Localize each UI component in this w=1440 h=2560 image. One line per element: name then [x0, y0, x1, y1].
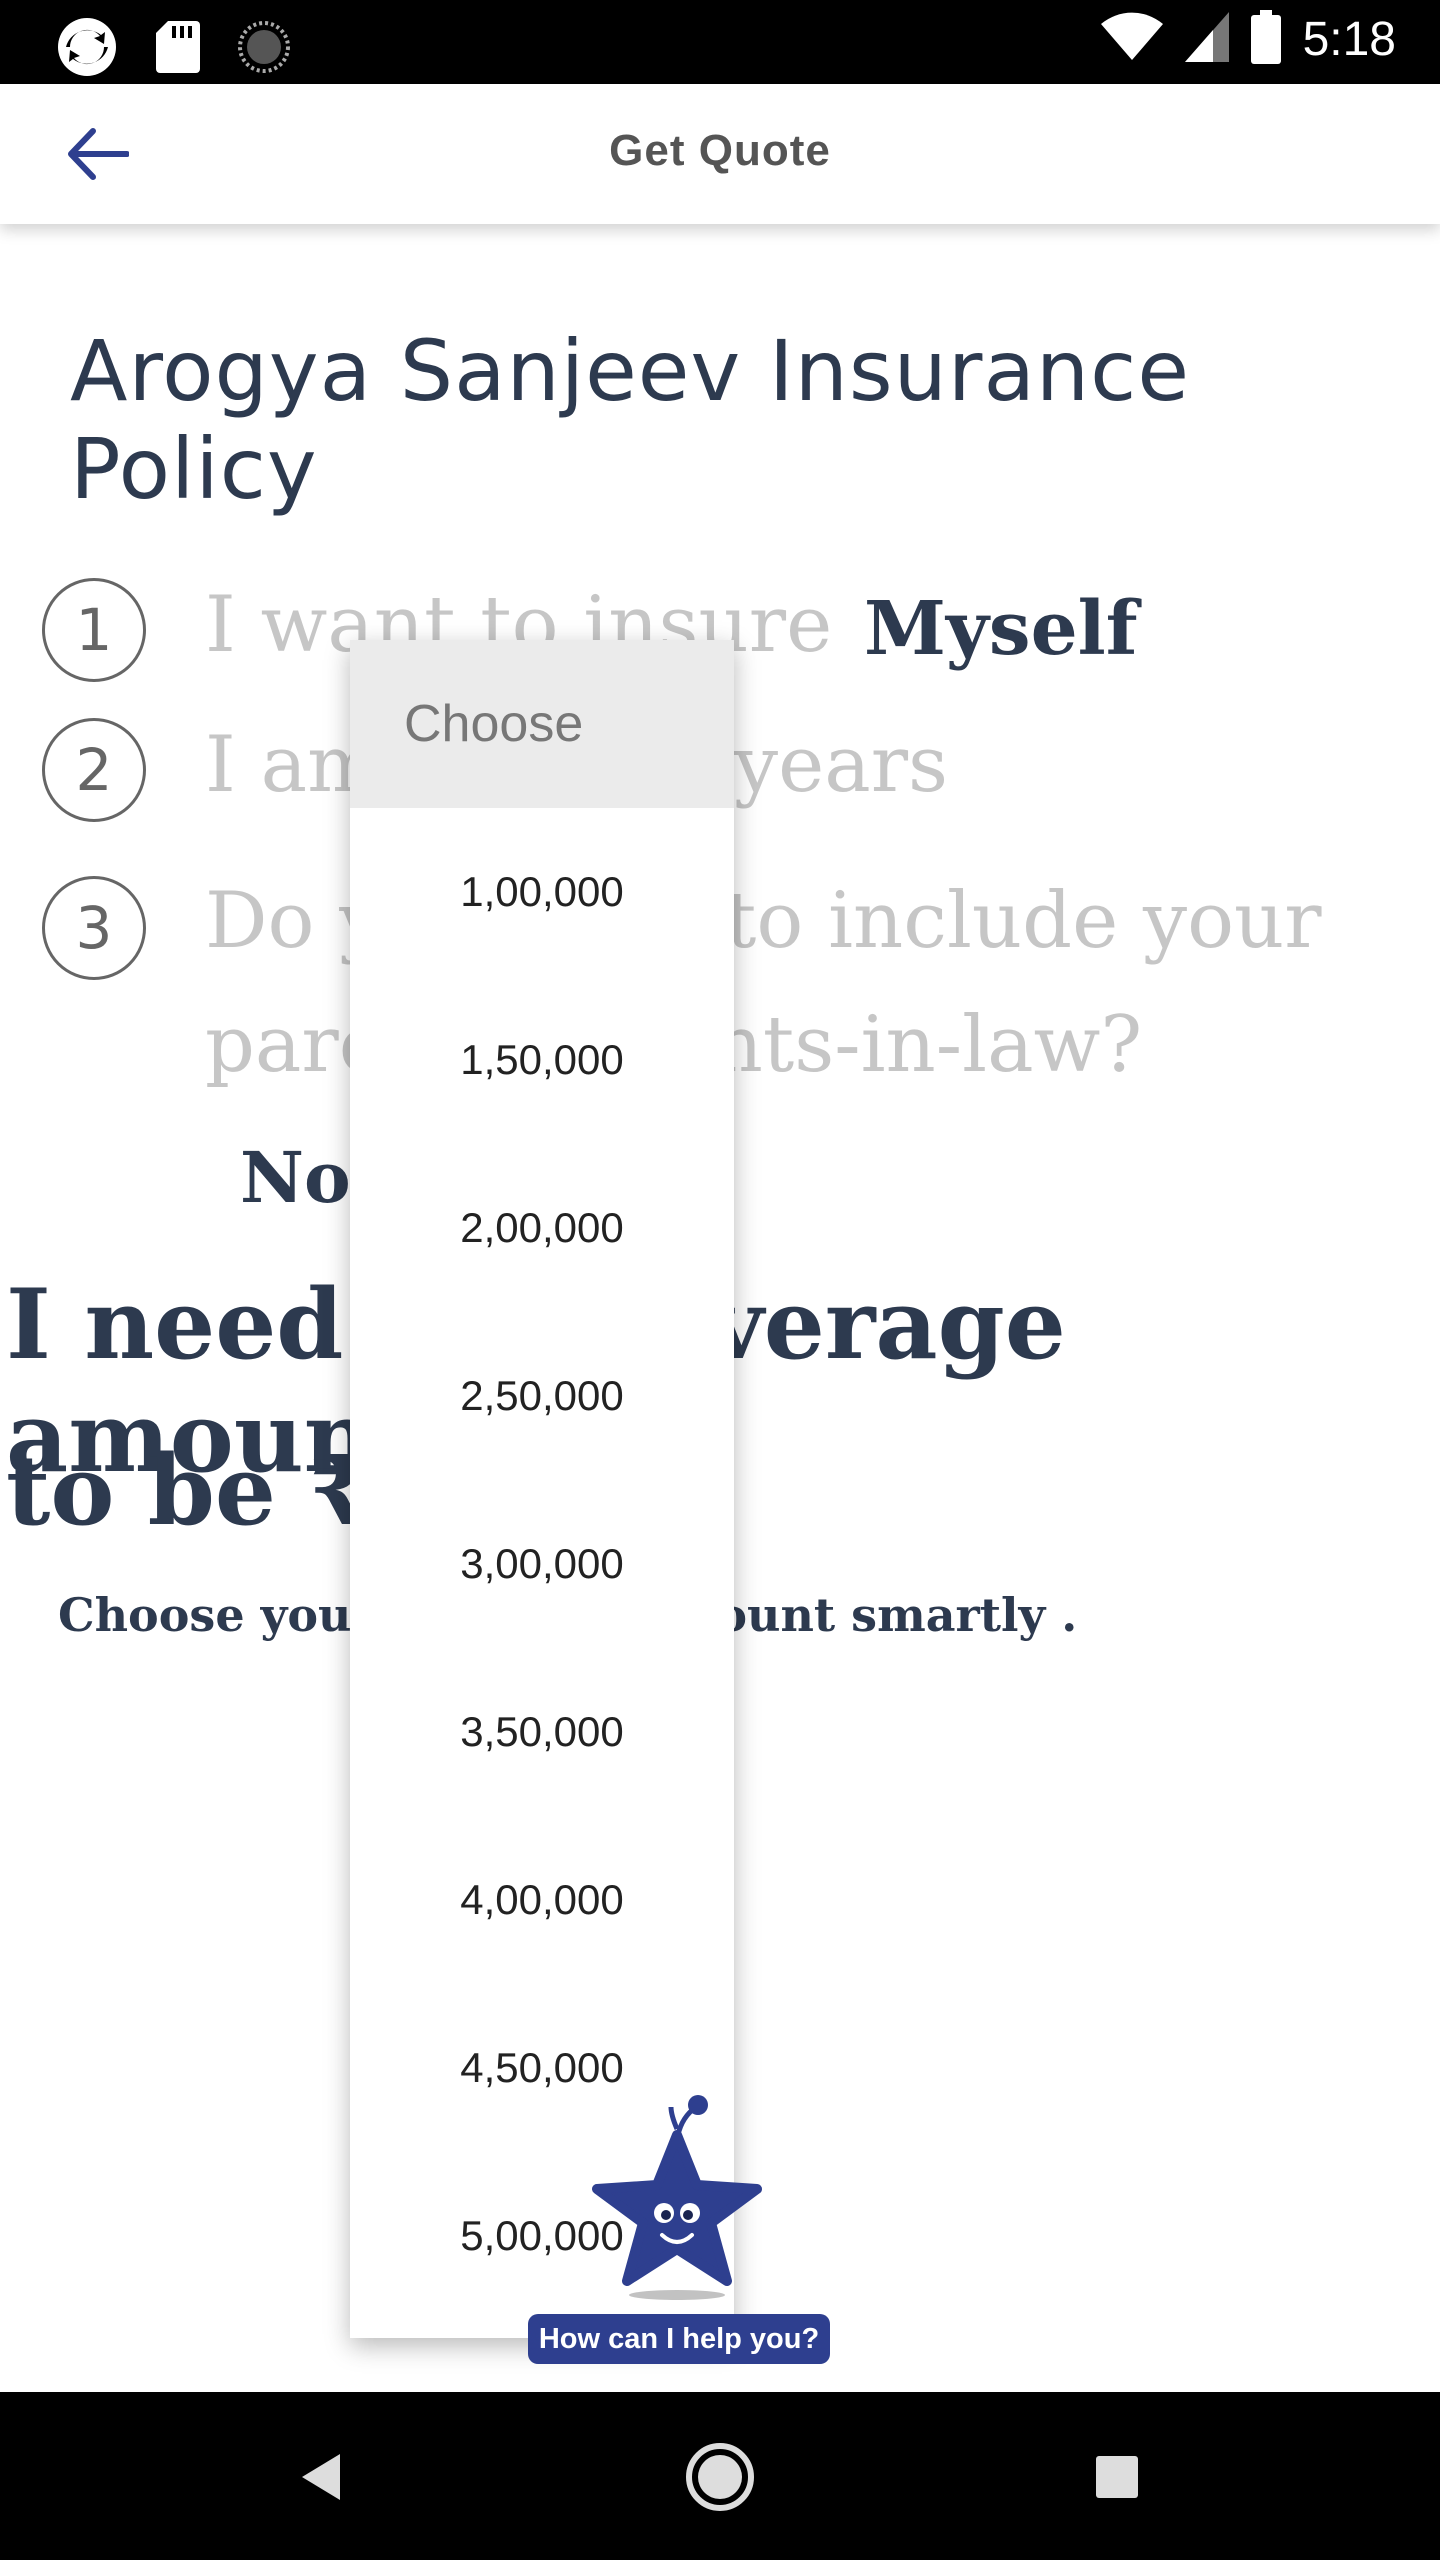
page-title: Get Quote: [609, 126, 831, 175]
dropdown-option[interactable]: 4,00,000: [350, 1816, 734, 1984]
battery-icon: [1250, 10, 1281, 69]
system-nav-bar: [0, 2392, 1440, 2560]
status-right-icons: 5:18: [1100, 10, 1396, 69]
step-3-number: 3: [42, 876, 146, 980]
coverage-dropdown: Choose 1,00,000 1,50,000 2,00,000 2,50,0…: [350, 640, 734, 2338]
step-2-text-end: years: [734, 720, 949, 810]
dropdown-option[interactable]: 2,50,000: [350, 1312, 734, 1480]
dropdown-option[interactable]: 1,00,000: [350, 808, 734, 976]
recents-square-icon: [1096, 2456, 1138, 2498]
dropdown-option[interactable]: 1,50,000: [350, 976, 734, 1144]
dropdown-option[interactable]: 3,50,000: [350, 1648, 734, 1816]
dropdown-option[interactable]: 3,00,000: [350, 1480, 734, 1648]
loading-icon: [238, 21, 290, 78]
star-mascot-icon: [592, 2095, 762, 2300]
policy-title: Arogya Sanjeev Insurance Policy: [70, 322, 1191, 518]
coverage-heading-line2: to be ₹: [6, 1434, 377, 1547]
step-1-number: 1: [42, 578, 146, 682]
sync-app-icon: [56, 16, 118, 83]
nav-home-button[interactable]: [675, 2432, 765, 2522]
dropdown-header[interactable]: Choose: [350, 640, 734, 808]
sd-card-icon: [156, 21, 200, 78]
status-bar: 5:18: [0, 0, 1440, 84]
nav-back-button[interactable]: [276, 2432, 366, 2522]
status-left-icons: [56, 16, 290, 83]
wifi-icon: [1100, 12, 1163, 67]
assistant-button[interactable]: [525, 2085, 765, 2310]
step-2-number: 2: [42, 718, 146, 822]
app-bar: Get Quote: [0, 84, 1440, 224]
home-circle-icon: [686, 2443, 754, 2511]
nav-recents-button[interactable]: [1072, 2432, 1162, 2522]
help-bubble[interactable]: How can I help you?: [528, 2314, 830, 2364]
dropdown-option[interactable]: 2,00,000: [350, 1144, 734, 1312]
insure-selector[interactable]: Myself: [864, 586, 1138, 672]
parents-selector[interactable]: No: [240, 1136, 351, 1219]
signal-icon: [1184, 12, 1229, 67]
status-time: 5:18: [1302, 13, 1396, 66]
back-triangle-icon: [302, 2454, 340, 2500]
